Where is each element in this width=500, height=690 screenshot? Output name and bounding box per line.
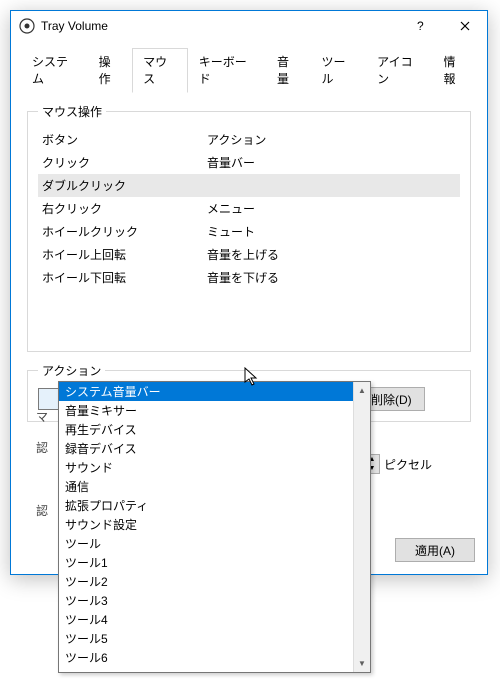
grid-body: クリック音量バーダブルクリック右クリックメニューホイールクリックミュートホイール… [38, 151, 460, 341]
cell-action [207, 177, 456, 194]
tab-5[interactable]: ツール [310, 48, 366, 93]
tab-6[interactable]: アイコン [366, 48, 432, 93]
help-button[interactable]: ? [397, 11, 442, 41]
dropdown-item[interactable]: サウンド [59, 458, 370, 477]
grid-row[interactable]: 右クリックメニュー [38, 197, 460, 220]
cell-button: 右クリック [42, 200, 207, 217]
tab-strip: システム操作マウスキーボード音量ツールアイコン情報 [21, 47, 477, 93]
close-button[interactable] [442, 11, 487, 41]
window-title: Tray Volume [41, 19, 397, 33]
cell-action: ミュート [207, 223, 456, 240]
app-icon [19, 18, 35, 34]
grid-row[interactable]: クリック音量バー [38, 151, 460, 174]
cell-button: クリック [42, 154, 207, 171]
cell-button: ホイール下回転 [42, 269, 207, 286]
dropdown-scrollbar[interactable]: ▲ ▼ [353, 382, 370, 672]
dropdown-item[interactable]: ツール [59, 534, 370, 553]
dropdown-item[interactable]: ツール2 [59, 572, 370, 591]
grid-row[interactable]: ダブルクリック [38, 174, 460, 197]
dropdown-item[interactable]: 拡張プロパティ [59, 496, 370, 515]
dropdown-item[interactable]: 録音デバイス [59, 439, 370, 458]
header-button: ボタン [42, 131, 207, 148]
action-legend: アクション [38, 362, 105, 379]
mouse-ops-legend: マウス操作 [38, 103, 106, 120]
cell-button: ホイールクリック [42, 223, 207, 240]
cell-action: 音量を下げる [207, 269, 456, 286]
tab-7[interactable]: 情報 [433, 48, 477, 93]
svg-text:?: ? [417, 21, 424, 31]
dropdown-item[interactable]: 音量ミキサー [59, 401, 370, 420]
grid-row[interactable]: ホイール上回転音量を上げる [38, 243, 460, 266]
dropdown-item[interactable]: ツール3 [59, 591, 370, 610]
dropdown-item[interactable]: システム音量バー [59, 382, 370, 401]
dropdown-item[interactable]: 再生デバイス [59, 420, 370, 439]
pixel-suffix: ピクセル [384, 456, 432, 473]
cell-action: メニュー [207, 200, 456, 217]
titlebar: Tray Volume ? [11, 11, 487, 41]
dropdown-item[interactable]: ツール4 [59, 610, 370, 629]
dialog-buttons: 適用(A) [395, 538, 475, 562]
grid-header: ボタン アクション [38, 128, 460, 151]
cell-action: 音量を上げる [207, 246, 456, 263]
cell-action: 音量バー [207, 154, 456, 171]
dropdown-item[interactable]: サウンド設定 [59, 515, 370, 534]
dropdown-item[interactable]: ツール5 [59, 629, 370, 648]
occluded-label-1: マ 認 認 [36, 408, 48, 523]
dropdown-item[interactable]: ツール7 [59, 667, 370, 672]
mouse-ops-grid: ボタン アクション クリック音量バーダブルクリック右クリックメニューホイールクリ… [38, 128, 460, 341]
grid-row[interactable]: ホイール下回転音量を下げる [38, 266, 460, 289]
tab-0[interactable]: システム [21, 48, 88, 93]
dropdown-item[interactable]: 通信 [59, 477, 370, 496]
action-dropdown[interactable]: システム音量バー音量ミキサー再生デバイス録音デバイスサウンド通信拡張プロパティサ… [58, 381, 371, 673]
tab-3[interactable]: キーボード [188, 48, 266, 93]
scroll-up-icon[interactable]: ▲ [354, 382, 370, 399]
scroll-down-icon[interactable]: ▼ [354, 655, 370, 672]
cell-button: ダブルクリック [42, 177, 207, 194]
apply-button[interactable]: 適用(A) [395, 538, 475, 562]
tab-4[interactable]: 音量 [266, 48, 310, 93]
dropdown-item[interactable]: ツール6 [59, 648, 370, 667]
header-action: アクション [207, 131, 456, 148]
grid-row[interactable]: ホイールクリックミュート [38, 220, 460, 243]
tab-1[interactable]: 操作 [88, 48, 132, 93]
dropdown-item[interactable]: ツール1 [59, 553, 370, 572]
scroll-track[interactable] [354, 399, 370, 655]
tab-2[interactable]: マウス [132, 48, 188, 93]
mouse-ops-group: マウス操作 ボタン アクション クリック音量バーダブルクリック右クリックメニュー… [27, 103, 471, 352]
cell-button: ホイール上回転 [42, 246, 207, 263]
